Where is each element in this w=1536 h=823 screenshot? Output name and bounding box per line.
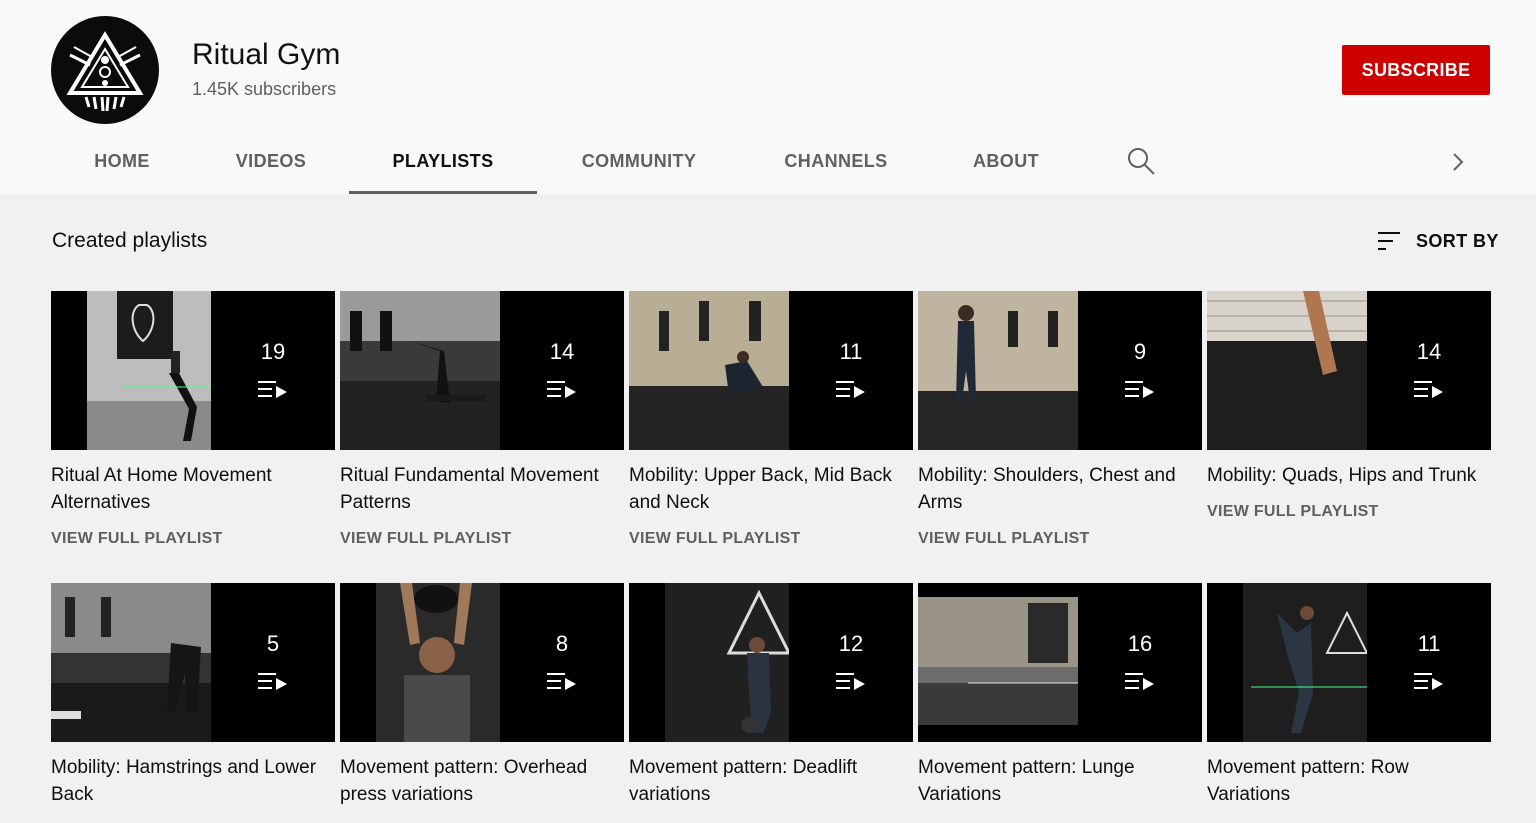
view-full-playlist-link[interactable]: VIEW FULL PLAYLIST bbox=[629, 530, 913, 548]
tab-channels[interactable]: CHANNELS bbox=[768, 130, 904, 194]
thumbnail-image bbox=[340, 583, 500, 742]
playlist-thumbnail[interactable]: 8 bbox=[340, 583, 624, 742]
playlist-overlay bbox=[1367, 291, 1491, 450]
playlist-title[interactable]: Mobility: Hamstrings and Lower Back bbox=[51, 754, 335, 808]
channel-name: Ritual Gym bbox=[192, 38, 341, 71]
playlist-play-icon bbox=[1414, 673, 1443, 690]
playlist-thumbnail[interactable]: 9 bbox=[918, 291, 1202, 450]
playlist-card: 14 Mobility: Quads, Hips and Trunk VIEW … bbox=[1207, 291, 1491, 521]
playlist-play-icon bbox=[1414, 381, 1443, 398]
section-title: Created playlists bbox=[52, 229, 208, 252]
playlist-play-icon bbox=[836, 673, 865, 690]
playlist-play-icon bbox=[258, 673, 287, 690]
video-count: 19 bbox=[260, 339, 286, 364]
tab-home[interactable]: HOME bbox=[77, 130, 167, 194]
playlist-title[interactable]: Ritual At Home Movement Alternatives bbox=[51, 462, 335, 516]
search-icon[interactable] bbox=[1124, 144, 1158, 178]
playlist-overlay bbox=[500, 583, 624, 742]
video-count: 8 bbox=[555, 631, 569, 656]
playlist-title[interactable]: Ritual Fundamental Movement Patterns bbox=[340, 462, 624, 516]
thumbnail-image bbox=[918, 583, 1078, 742]
video-count: 11 bbox=[839, 339, 863, 364]
channel-tabs: HOME VIDEOS PLAYLISTS COMMUNITY CHANNELS… bbox=[0, 130, 1536, 194]
tab-about[interactable]: ABOUT bbox=[957, 130, 1055, 194]
video-count: 11 bbox=[1417, 631, 1441, 656]
playlist-title[interactable]: Mobility: Quads, Hips and Trunk bbox=[1207, 462, 1491, 489]
thumbnail-image bbox=[1207, 583, 1367, 742]
tab-community[interactable]: COMMUNITY bbox=[564, 130, 714, 194]
playlist-overlay bbox=[1078, 583, 1202, 742]
sort-by-label: SORT BY bbox=[1416, 230, 1499, 251]
playlist-thumbnail[interactable]: 16 bbox=[918, 583, 1202, 742]
view-full-playlist-link[interactable]: VIEW FULL PLAYLIST bbox=[918, 530, 1202, 548]
playlist-thumbnail[interactable]: 14 bbox=[340, 291, 624, 450]
subscribe-button[interactable]: SUBSCRIBE bbox=[1342, 45, 1490, 95]
playlist-title[interactable]: Movement pattern: Row Variations bbox=[1207, 754, 1491, 808]
playlist-card: 9 Mobility: Shoulders, Chest and Arms VI… bbox=[918, 291, 1202, 548]
playlist-title[interactable]: Movement pattern: Overhead press variati… bbox=[340, 754, 624, 808]
playlist-play-icon bbox=[1125, 381, 1154, 398]
playlist-card: 11 Mobility: Upper Back, Mid Back and Ne… bbox=[629, 291, 913, 548]
view-full-playlist-link[interactable]: VIEW FULL PLAYLIST bbox=[1207, 503, 1491, 521]
video-count: 16 bbox=[1127, 631, 1153, 656]
playlist-overlay bbox=[789, 583, 913, 742]
subscriber-count: 1.45K subscribers bbox=[192, 79, 337, 99]
sort-by-button[interactable]: SORT BY bbox=[1376, 226, 1499, 256]
playlist-card: 14 Ritual Fundamental Movement Patterns … bbox=[340, 291, 624, 548]
channel-avatar[interactable] bbox=[51, 16, 159, 124]
view-full-playlist-link[interactable]: VIEW FULL PLAYLIST bbox=[340, 530, 624, 548]
playlist-card: 16 Movement pattern: Lunge Variations bbox=[918, 583, 1202, 808]
tab-videos[interactable]: VIDEOS bbox=[220, 130, 322, 194]
playlist-play-icon bbox=[258, 381, 287, 398]
playlist-thumbnail[interactable]: 11 bbox=[1207, 583, 1491, 742]
video-count: 14 bbox=[549, 339, 575, 364]
video-count: 14 bbox=[1416, 339, 1442, 364]
playlist-title[interactable]: Mobility: Shoulders, Chest and Arms bbox=[918, 462, 1202, 516]
video-count: 9 bbox=[1133, 339, 1147, 364]
playlist-thumbnail[interactable]: 11 bbox=[629, 291, 913, 450]
thumbnail-image bbox=[340, 291, 500, 450]
playlist-overlay bbox=[211, 583, 335, 742]
playlist-overlay bbox=[1078, 291, 1202, 450]
playlist-card: 11 Movement pattern: Row Variations bbox=[1207, 583, 1491, 808]
playlist-thumbnail[interactable]: 14 bbox=[1207, 291, 1491, 450]
playlist-thumbnail[interactable]: 5 bbox=[51, 583, 335, 742]
thumbnail-image bbox=[51, 583, 211, 742]
thumbnail-image bbox=[629, 583, 789, 742]
playlist-thumbnail[interactable]: 19 bbox=[51, 291, 335, 450]
playlist-card: 19 Ritual At Home Movement Alternatives … bbox=[51, 291, 335, 548]
playlist-title[interactable]: Movement pattern: Lunge Variations bbox=[918, 754, 1202, 808]
playlist-title[interactable]: Mobility: Upper Back, Mid Back and Neck bbox=[629, 462, 913, 516]
playlist-overlay bbox=[500, 291, 624, 450]
chevron-right-icon[interactable] bbox=[1444, 146, 1472, 178]
playlist-overlay bbox=[211, 291, 335, 450]
playlist-overlay bbox=[1367, 583, 1491, 742]
playlist-play-icon bbox=[836, 381, 865, 398]
thumbnail-image bbox=[51, 291, 211, 450]
playlist-title[interactable]: Movement pattern: Deadlift variations bbox=[629, 754, 913, 808]
video-count: 12 bbox=[838, 631, 864, 656]
playlist-play-icon bbox=[1125, 673, 1154, 690]
playlist-thumbnail[interactable]: 12 bbox=[629, 583, 913, 742]
thumbnail-image bbox=[1207, 291, 1367, 450]
playlist-card: 8 Movement pattern: Overhead press varia… bbox=[340, 583, 624, 808]
thumbnail-image bbox=[629, 291, 789, 450]
playlist-play-icon bbox=[547, 673, 576, 690]
ritual-logo-icon bbox=[66, 31, 144, 111]
tab-playlists[interactable]: PLAYLISTS bbox=[349, 130, 537, 194]
playlist-card: 12 Movement pattern: Deadlift variations bbox=[629, 583, 913, 808]
sort-icon bbox=[1378, 232, 1400, 250]
view-full-playlist-link[interactable]: VIEW FULL PLAYLIST bbox=[51, 530, 335, 548]
playlist-overlay bbox=[789, 291, 913, 450]
playlist-play-icon bbox=[547, 381, 576, 398]
playlist-card: 5 Mobility: Hamstrings and Lower Back bbox=[51, 583, 335, 808]
thumbnail-image bbox=[918, 291, 1078, 450]
video-count: 5 bbox=[266, 631, 280, 656]
